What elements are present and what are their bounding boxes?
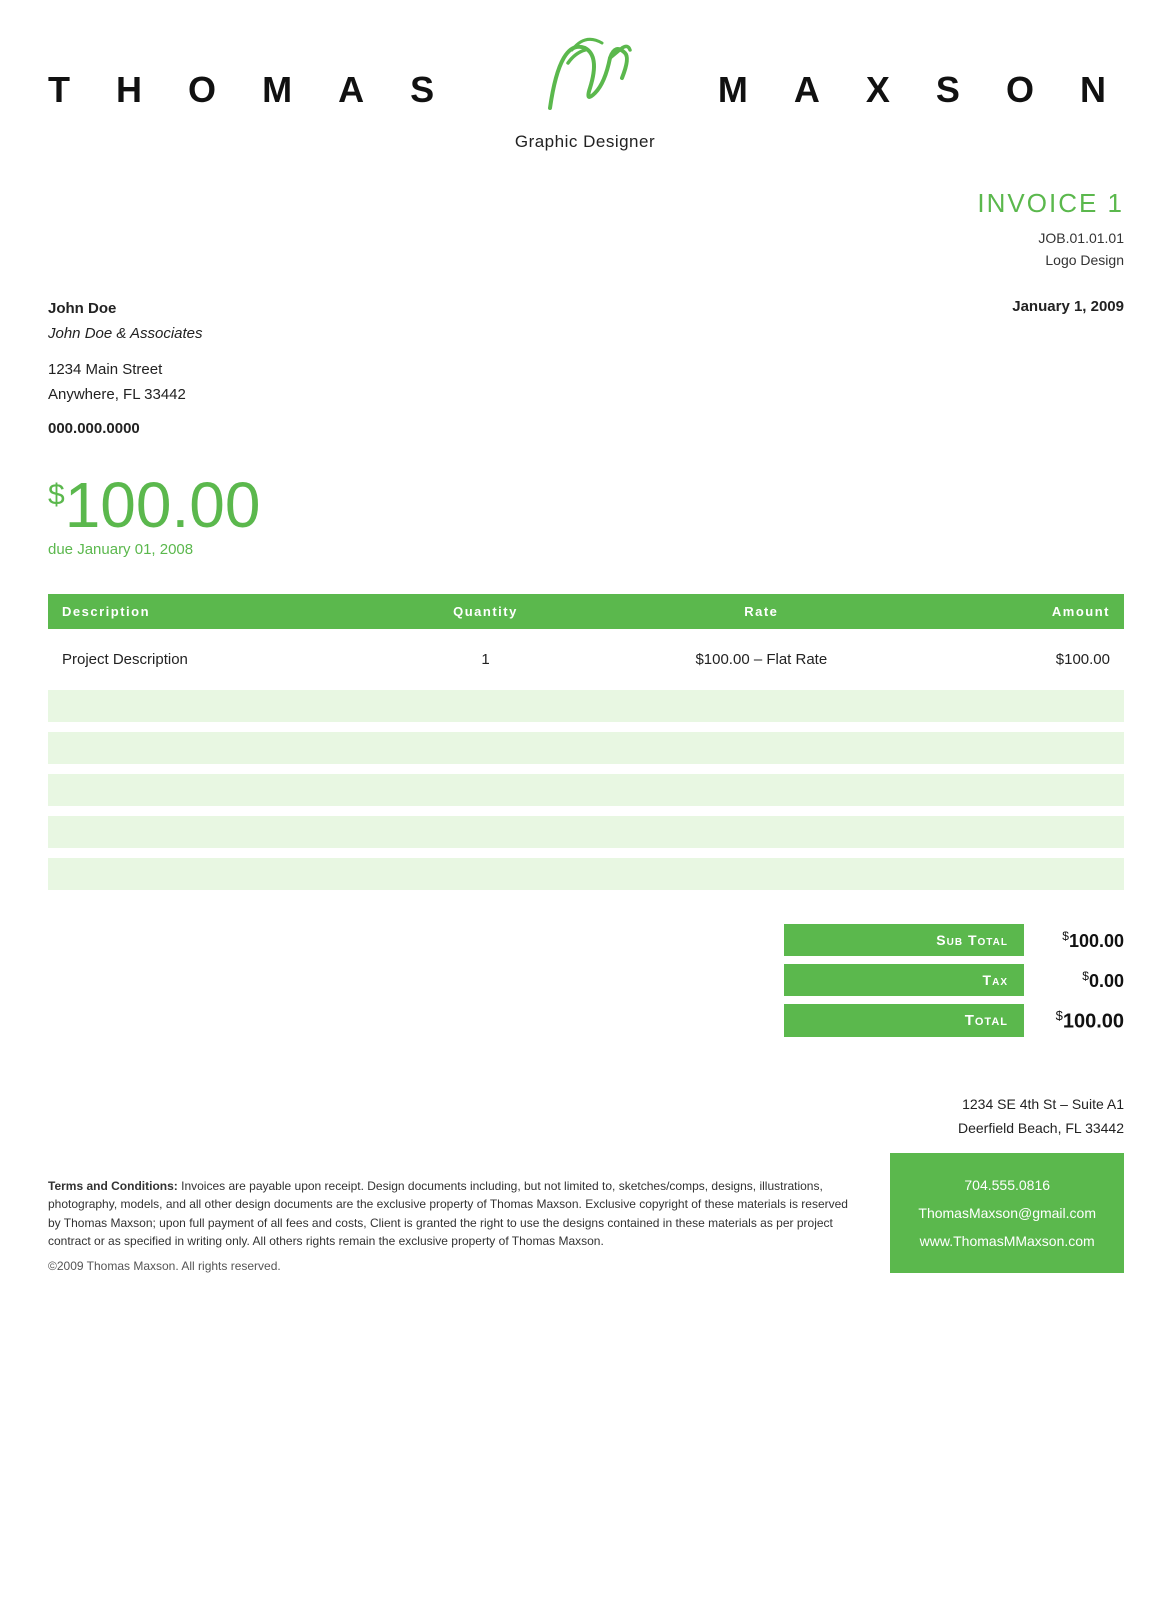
- invoice-info: INVOICE 1 JOB.01.01.01 Logo Design: [977, 188, 1124, 272]
- amount-section: $100.00 due January 01, 2008: [0, 441, 1172, 558]
- tax-row: Tax $0.00: [784, 964, 1124, 996]
- letter-A2: A: [794, 69, 838, 111]
- footer-website: www.ThomasMMaxson.com: [918, 1227, 1096, 1255]
- footer-email: ThomasMaxson@gmail.com: [918, 1199, 1096, 1227]
- letter-T: T: [48, 69, 88, 111]
- empty-row-1: [48, 680, 1124, 690]
- empty-row-6: [48, 774, 1124, 806]
- invoice-table: Description Quantity Rate Amount Project…: [48, 594, 1124, 900]
- terms-title: Terms and Conditions:: [48, 1179, 178, 1193]
- cell-quantity: 1: [384, 639, 587, 680]
- tagline: Graphic Designer: [515, 132, 655, 152]
- letter-M2: M: [718, 69, 766, 111]
- letter-N: N: [1080, 69, 1124, 111]
- cell-description: Project Description: [48, 639, 384, 680]
- footer-terms: Terms and Conditions: Invoices are payab…: [48, 1177, 850, 1251]
- tax-label: Tax: [784, 964, 1024, 996]
- logo-icon: [530, 28, 640, 128]
- total-label: Total: [784, 1004, 1024, 1037]
- invoice-date: January 1, 2009: [1012, 296, 1124, 442]
- footer-address: 1234 SE 4th St – Suite A1 Deerfield Beac…: [48, 1093, 1124, 1141]
- empty-row-5: [48, 764, 1124, 774]
- col-amount-header: Amount: [936, 594, 1124, 629]
- col-quantity-header: Quantity: [384, 594, 587, 629]
- letter-M: M: [262, 69, 310, 111]
- tax-value: $0.00: [1024, 969, 1124, 992]
- footer-phone: 704.555.0816: [918, 1171, 1096, 1199]
- name-right: M A X S O N: [718, 69, 1124, 111]
- empty-row-2: [48, 690, 1124, 722]
- letter-O: O: [188, 69, 234, 111]
- letter-S2: S: [936, 69, 978, 111]
- client-info: John Doe John Doe & Associates 1234 Main…: [48, 296, 203, 442]
- amount-value: 100.00: [65, 469, 261, 541]
- due-date: due January 01, 2008: [48, 541, 1124, 558]
- cell-rate: $100.00 – Flat Rate: [587, 639, 936, 680]
- total-row: Total $100.00: [784, 1004, 1124, 1037]
- empty-row-4: [48, 732, 1124, 764]
- footer-terms-section: Terms and Conditions: Invoices are payab…: [48, 1177, 850, 1273]
- spacer-row-top: [48, 629, 1124, 639]
- client-company: John Doe & Associates: [48, 321, 203, 347]
- footer-address-wrapper: 1234 SE 4th St – Suite A1 Deerfield Beac…: [0, 1045, 1172, 1141]
- col-rate-header: Rate: [587, 594, 936, 629]
- empty-row-bottom: [48, 890, 1124, 900]
- empty-row-7: [48, 806, 1124, 816]
- letter-O2: O: [1006, 69, 1052, 111]
- empty-row-9: [48, 848, 1124, 858]
- footer-bottom: Terms and Conditions: Invoices are payab…: [0, 1141, 1172, 1313]
- amount-large: $100.00: [48, 473, 1124, 537]
- subtotal-row: Sub Total $100.00: [784, 924, 1124, 956]
- invoice-top: INVOICE 1 JOB.01.01.01 Logo Design: [0, 152, 1172, 272]
- client-section: John Doe John Doe & Associates 1234 Main…: [0, 272, 1172, 442]
- letter-S: S: [410, 69, 452, 111]
- col-description-header: Description: [48, 594, 384, 629]
- invoice-job-number: JOB.01.01.01 Logo Design: [977, 227, 1124, 272]
- subtotal-label: Sub Total: [784, 924, 1024, 956]
- footer-address1: 1234 SE 4th St – Suite A1: [48, 1093, 1124, 1117]
- total-value: $100.00: [1024, 1008, 1124, 1034]
- table-section: Description Quantity Rate Amount Project…: [0, 558, 1172, 900]
- table-header-row: Description Quantity Rate Amount: [48, 594, 1124, 629]
- client-name: John Doe: [48, 296, 203, 322]
- empty-row-8: [48, 816, 1124, 848]
- logo: Graphic Designer: [515, 28, 655, 152]
- footer-address2: Deerfield Beach, FL 33442: [48, 1117, 1124, 1141]
- cell-amount: $100.00: [936, 639, 1124, 680]
- footer-copyright: ©2009 Thomas Maxson. All rights reserved…: [48, 1259, 850, 1273]
- letter-H: H: [116, 69, 160, 111]
- subtotal-value: $100.00: [1024, 929, 1124, 952]
- client-address2: Anywhere, FL 33442: [48, 382, 203, 408]
- totals-section: Sub Total $100.00 Tax $0.00 Total $100.0…: [0, 900, 1172, 1045]
- client-phone: 000.000.0000: [48, 416, 203, 442]
- currency-symbol: $: [48, 479, 65, 512]
- table-row: Project Description 1 $100.00 – Flat Rat…: [48, 639, 1124, 680]
- empty-row-10: [48, 858, 1124, 890]
- footer-contact-box: 704.555.0816 ThomasMaxson@gmail.com www.…: [890, 1153, 1124, 1273]
- totals-table: Sub Total $100.00 Tax $0.00 Total $100.0…: [784, 924, 1124, 1045]
- empty-row-3: [48, 722, 1124, 732]
- invoice-title: INVOICE 1: [977, 188, 1124, 219]
- client-address1: 1234 Main Street: [48, 357, 203, 383]
- letter-A: A: [338, 69, 382, 111]
- letter-X: X: [866, 69, 908, 111]
- name-left: T H O M A S: [48, 69, 452, 111]
- page-header: T H O M A S Graphic Designer M A X S O N: [0, 0, 1172, 152]
